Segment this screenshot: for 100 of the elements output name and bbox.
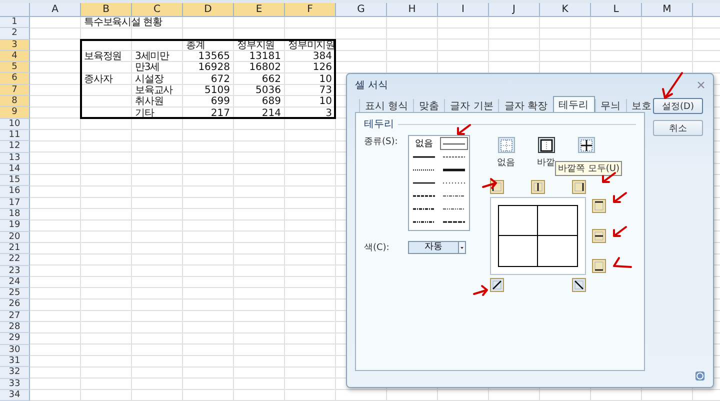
row-header[interactable]: 23 (0, 266, 30, 277)
row-header[interactable]: 29 (0, 333, 30, 345)
cell-text: 672 (210, 74, 230, 85)
line-style-option[interactable] (443, 140, 465, 146)
column-header[interactable]: D (183, 3, 234, 17)
row-header[interactable]: 10 (0, 118, 30, 130)
row-header[interactable]: 21 (0, 242, 30, 254)
line-style-list[interactable]: 없음 (408, 135, 470, 231)
border-button[interactable] (592, 229, 606, 243)
row-header[interactable]: 11 (0, 130, 30, 142)
line-style-option[interactable] (443, 166, 465, 172)
column-header[interactable]: J (489, 3, 540, 17)
row-header[interactable]: 34 (0, 390, 30, 401)
cell-text: 217 (210, 108, 230, 119)
cell-text: 총계 (186, 40, 205, 51)
line-style-option[interactable] (413, 166, 435, 172)
row-header[interactable]: 7 (0, 84, 30, 96)
preset-label: 없음 (497, 157, 515, 169)
row-header[interactable]: 17 (0, 198, 30, 210)
column-header[interactable]: A (30, 3, 81, 17)
line-style-option[interactable] (443, 218, 465, 224)
cell-text: 16802 (249, 63, 281, 74)
row-header[interactable]: 3 (0, 40, 30, 51)
row-header[interactable]: 2 (0, 28, 30, 40)
row-header[interactable]: 12 (0, 141, 30, 153)
cell-text: 384 (312, 52, 332, 62)
group-title: 테두리 (364, 118, 394, 131)
border-button[interactable] (490, 278, 504, 292)
color-dropdown[interactable]: 자동 (408, 241, 466, 254)
row-header[interactable]: 33 (0, 378, 30, 390)
column-header[interactable]: H (387, 3, 438, 17)
border-button[interactable] (572, 278, 586, 292)
row-header[interactable]: 25 (0, 288, 30, 300)
row-header[interactable]: 6 (0, 73, 30, 85)
line-style-option[interactable] (443, 154, 465, 160)
row-header[interactable]: 15 (0, 175, 30, 186)
cell-text: 662 (262, 74, 281, 85)
line-style-option[interactable] (413, 206, 435, 212)
line-style-option[interactable] (443, 206, 465, 212)
border-preview[interactable] (490, 197, 586, 275)
row-header[interactable]: 1 (0, 17, 30, 28)
annotation-arrow (473, 285, 489, 297)
row-header[interactable]: 26 (0, 299, 30, 311)
column-header[interactable]: K (540, 3, 591, 17)
line-style-option[interactable] (413, 180, 435, 186)
row-header[interactable]: 14 (0, 164, 30, 176)
row-header[interactable]: 31 (0, 356, 30, 368)
column-header[interactable]: B (81, 3, 132, 17)
row-header[interactable]: 5 (0, 62, 30, 74)
cell-text: 기타 (135, 108, 154, 119)
row-header[interactable]: 22 (0, 254, 30, 266)
column-header[interactable]: C (132, 3, 183, 17)
column-header[interactable]: E (234, 3, 285, 17)
row-header[interactable]: 30 (0, 344, 30, 356)
dialog-button[interactable]: 취소 (653, 120, 703, 136)
row-header[interactable]: 4 (0, 50, 30, 62)
cell-text: 689 (262, 97, 281, 108)
row-header[interactable]: 24 (0, 276, 30, 288)
cell-text: 종사자 (84, 74, 112, 85)
preset-button[interactable] (538, 137, 554, 153)
column-header[interactable]: F (285, 3, 336, 17)
row-header[interactable]: 16 (0, 186, 30, 198)
row-header[interactable]: 20 (0, 232, 30, 243)
column-header[interactable]: M (642, 3, 693, 17)
preset-label: 바깥 (537, 157, 555, 169)
line-style-option[interactable] (443, 192, 465, 198)
dialog-title: 셀 서식 (355, 79, 388, 92)
cell-text: 126 (312, 63, 332, 74)
line-style-option[interactable] (413, 192, 435, 198)
help-icon[interactable] (695, 371, 705, 381)
border-button[interactable] (531, 180, 545, 194)
column-header[interactable]: G (336, 3, 387, 17)
row-header[interactable]: 9 (0, 107, 30, 119)
line-style-option[interactable] (413, 154, 435, 160)
dialog-button[interactable]: 설정(D) (653, 98, 703, 114)
line-style-option[interactable]: 없음 (410, 137, 438, 150)
dialog-tab[interactable]: 테두리 (552, 96, 595, 112)
row-header[interactable]: 19 (0, 220, 30, 232)
column-header[interactable]: I (438, 3, 489, 17)
row-header[interactable]: 18 (0, 209, 30, 220)
column-header[interactable]: L (591, 3, 642, 17)
cell-text: 10 (319, 97, 332, 108)
close-icon[interactable] (697, 81, 705, 89)
row-header[interactable]: 28 (0, 322, 30, 334)
border-button[interactable] (592, 259, 606, 273)
cell-text: 시설장 (135, 74, 164, 85)
border-button[interactable] (572, 180, 586, 194)
cell-text: 13565 (198, 52, 230, 62)
row-header[interactable]: 8 (0, 96, 30, 108)
line-style-option[interactable] (443, 180, 465, 186)
cell-text: 5109 (204, 86, 230, 96)
border-button[interactable] (592, 199, 606, 213)
row-header[interactable]: 27 (0, 310, 30, 322)
preset-button[interactable] (578, 137, 594, 153)
cell-text: 보육교사 (135, 86, 173, 96)
annotation-arrow (611, 255, 633, 269)
row-header[interactable]: 32 (0, 367, 30, 378)
row-header[interactable]: 13 (0, 152, 30, 164)
line-style-option[interactable] (413, 218, 435, 224)
cell-text: 취사원 (135, 97, 164, 108)
